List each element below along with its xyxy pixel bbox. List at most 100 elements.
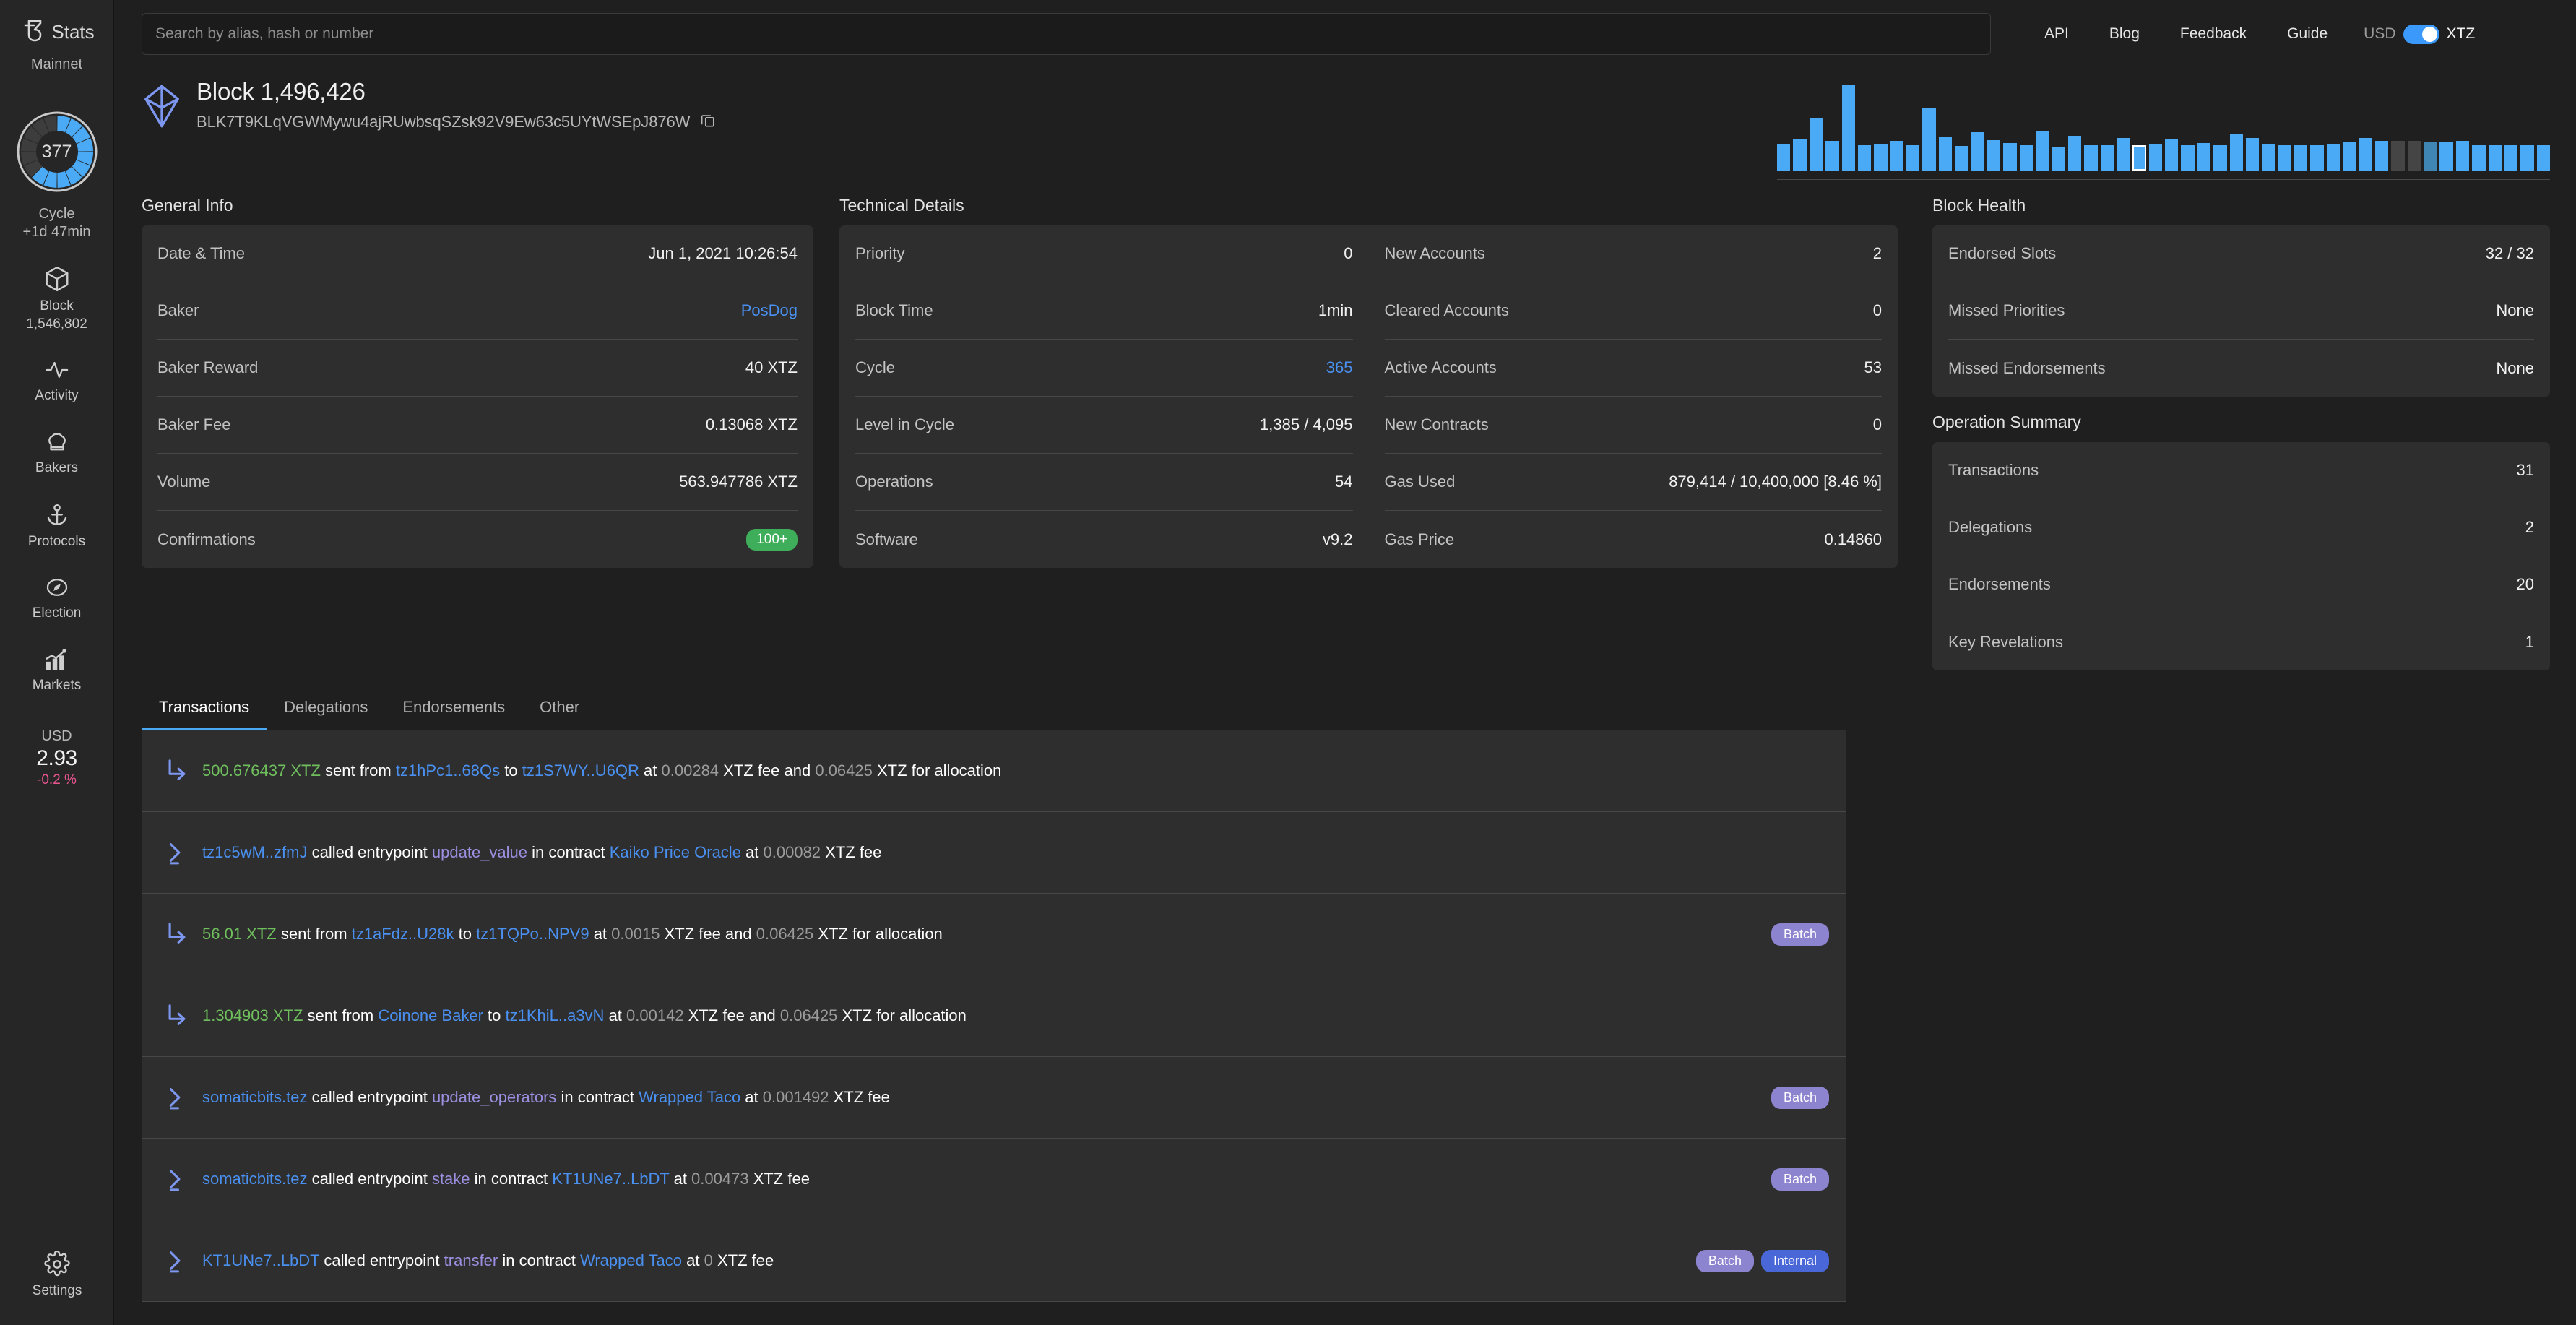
sparkline-bar[interactable] xyxy=(2504,144,2518,171)
general-info-row-value[interactable]: PosDog xyxy=(741,301,798,320)
sparkline-bar[interactable] xyxy=(2439,142,2453,171)
currency-switch[interactable] xyxy=(2403,24,2439,44)
operation-entrypoint: stake xyxy=(431,1169,470,1188)
top-link-feedback[interactable]: Feedback xyxy=(2160,25,2267,43)
sidebar-item-block[interactable]: Block 1,546,802 xyxy=(0,265,114,333)
sidebar-item-markets[interactable]: Markets xyxy=(0,647,114,695)
sparkline-bar[interactable] xyxy=(2407,140,2421,171)
top-link-blog[interactable]: Blog xyxy=(2089,25,2160,43)
sparkline-bar[interactable] xyxy=(2343,142,2356,171)
sparkline-bar[interactable] xyxy=(2197,143,2211,171)
sparkline-bar[interactable] xyxy=(2455,140,2470,171)
operation-row[interactable]: 56.01 XTZ sent from tz1aFdz..U28k to tz1… xyxy=(142,894,1846,975)
sparkline-bar[interactable] xyxy=(2084,144,2098,171)
sidebar-item-block-label: Block 1,546,802 xyxy=(26,298,87,332)
sparkline-bar[interactable] xyxy=(1825,140,1839,171)
sparkline-bar[interactable] xyxy=(1809,117,1823,171)
operation-address-link[interactable]: Kaiko Price Oracle xyxy=(610,843,741,861)
sparkline-bar[interactable] xyxy=(2036,131,2049,171)
sparkline-bar[interactable] xyxy=(1955,145,1968,171)
operation-row[interactable]: somaticbits.tez called entrypoint stake … xyxy=(142,1139,1846,1220)
sparkline-bar[interactable] xyxy=(2310,144,2324,171)
sparkline-bar[interactable] xyxy=(2424,141,2437,171)
sparkline-bar[interactable] xyxy=(2067,135,2082,171)
operation-row[interactable]: somaticbits.tez called entrypoint update… xyxy=(142,1057,1846,1139)
operation-tabs: Transactions Delegations Endorsements Other xyxy=(142,688,2550,730)
sparkline-bar[interactable] xyxy=(2262,144,2275,171)
operation-address-link[interactable]: KT1UNe7..LbDT xyxy=(552,1170,669,1188)
operation-row[interactable]: KT1UNe7..LbDT called entrypoint transfer… xyxy=(142,1220,1846,1302)
operation-address-link[interactable]: tz1aFdz..U28k xyxy=(352,925,454,943)
sparkline-bar[interactable] xyxy=(1938,137,1953,171)
operation-address-link[interactable]: tz1TQPo..NPV9 xyxy=(476,925,589,943)
sidebar-item-protocols[interactable]: Protocols xyxy=(0,502,114,551)
sparkline-bar[interactable] xyxy=(2488,144,2502,171)
top-link-guide[interactable]: Guide xyxy=(2267,25,2348,43)
operation-address-link[interactable]: KT1UNe7..LbDT xyxy=(202,1251,319,1269)
sparkline-bar[interactable] xyxy=(2132,144,2146,171)
sparkline-bar[interactable] xyxy=(2536,144,2550,171)
sparkline-bar[interactable] xyxy=(2245,138,2260,171)
sparkline-bar[interactable] xyxy=(2003,143,2017,171)
sparkline-bar[interactable] xyxy=(1841,85,1855,171)
operation-address-link[interactable]: somaticbits.tez xyxy=(202,1088,308,1106)
tab-endorsements[interactable]: Endorsements xyxy=(385,688,522,730)
sparkline-bar[interactable] xyxy=(2472,144,2486,171)
operation-row[interactable]: tz1c5wM..zfmJ called entrypoint update_v… xyxy=(142,812,1846,894)
sparkline-bar[interactable] xyxy=(1906,144,1920,171)
cycle-remaining: +1d 47min xyxy=(22,224,91,240)
operation-address-link[interactable]: tz1S7WY..U6QR xyxy=(522,761,639,780)
sparkline-bar[interactable] xyxy=(1987,139,2001,171)
sparkline-bar[interactable] xyxy=(1874,144,1888,171)
technical-details-row: Level in Cycle 1,385 / 4,095 xyxy=(855,397,1353,454)
tab-transactions[interactable]: Transactions xyxy=(142,688,267,730)
sidebar-item-election[interactable]: Election xyxy=(0,575,114,623)
sparkline-bar[interactable] xyxy=(2100,144,2114,171)
sparkline-bar[interactable] xyxy=(2148,144,2162,171)
operation-address-link[interactable]: tz1c5wM..zfmJ xyxy=(202,843,307,861)
block-activity-sparkline[interactable] xyxy=(1777,85,2550,180)
sidebar-item-activity[interactable]: Activity xyxy=(0,358,114,405)
sparkline-bar[interactable] xyxy=(2359,138,2372,171)
top-link-api[interactable]: API xyxy=(2024,25,2089,43)
operation-address-link[interactable]: somaticbits.tez xyxy=(202,1170,308,1188)
operation-address-link[interactable]: tz1KhiL..a3vN xyxy=(505,1006,604,1024)
operation-address-link[interactable]: Wrapped Taco xyxy=(580,1251,682,1269)
sparkline-bar[interactable] xyxy=(2213,144,2227,171)
sparkline-bar[interactable] xyxy=(2520,144,2534,171)
operation-text: in contract xyxy=(498,1251,580,1269)
operation-row[interactable]: 1.304903 XTZ sent from Coinone Baker to … xyxy=(142,975,1846,1057)
sparkline-bar[interactable] xyxy=(2116,138,2130,171)
operation-row[interactable]: 500.676437 XTZ sent from tz1hPc1..68Qs t… xyxy=(142,730,1846,812)
sparkline-bar[interactable] xyxy=(1890,140,1903,171)
operation-address-link[interactable]: tz1hPc1..68Qs xyxy=(396,761,500,780)
search-input[interactable] xyxy=(142,13,1991,55)
sparkline-bar[interactable] xyxy=(2165,139,2179,171)
sparkline-bar[interactable] xyxy=(2181,144,2195,171)
technical-details-row-label: New Accounts xyxy=(1384,244,1485,262)
technical-details-row-value[interactable]: 365 xyxy=(1326,358,1353,377)
cycle-progress-ring[interactable]: 377 xyxy=(14,109,100,194)
sparkline-bar[interactable] xyxy=(2052,146,2065,171)
sparkline-bar[interactable] xyxy=(2294,144,2308,171)
sparkline-bar[interactable] xyxy=(2374,140,2389,171)
logo[interactable]: Stats xyxy=(19,16,95,48)
sparkline-bar[interactable] xyxy=(1971,131,1984,171)
tab-other[interactable]: Other xyxy=(522,688,597,730)
sparkline-bar[interactable] xyxy=(2326,144,2341,171)
sparkline-bar[interactable] xyxy=(2229,134,2243,171)
sparkline-bar[interactable] xyxy=(2278,144,2291,171)
sparkline-bar[interactable] xyxy=(1793,139,1807,171)
sparkline-bar[interactable] xyxy=(1922,108,1936,171)
sidebar-item-settings[interactable]: Settings xyxy=(0,1251,114,1300)
sparkline-bar[interactable] xyxy=(2391,140,2405,171)
sidebar-item-bakers[interactable]: Bakers xyxy=(0,430,114,478)
sparkline-bar[interactable] xyxy=(1857,144,1872,171)
operation-address-link[interactable]: Coinone Baker xyxy=(378,1006,483,1024)
operation-address-link[interactable]: Wrapped Taco xyxy=(639,1088,740,1106)
tab-delegations[interactable]: Delegations xyxy=(267,688,385,730)
sparkline-bar[interactable] xyxy=(1777,144,1791,171)
copy-icon[interactable] xyxy=(700,111,716,132)
currency-toggle[interactable]: USD XTZ xyxy=(2364,24,2475,44)
sparkline-bar[interactable] xyxy=(2019,144,2033,171)
